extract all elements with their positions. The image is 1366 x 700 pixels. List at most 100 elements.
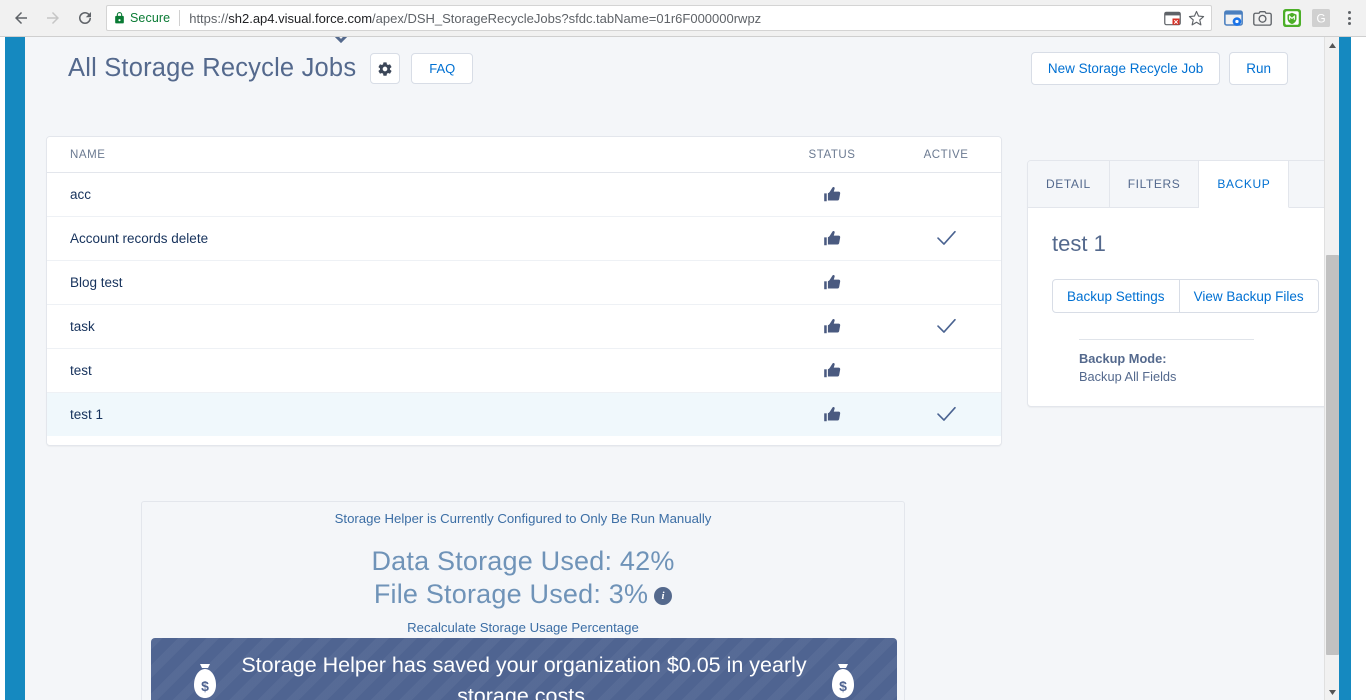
faq-label: FAQ bbox=[429, 61, 456, 76]
file-storage-used-row: File Storage Used: 3% i bbox=[142, 579, 904, 610]
thumbs-up-icon bbox=[823, 319, 840, 334]
table-header-row: NAME STATUS ACTIVE bbox=[47, 137, 1001, 173]
google-extension-icon[interactable]: G bbox=[1311, 9, 1330, 28]
cell-name: test bbox=[47, 348, 773, 393]
storage-helper-card: Storage Helper is Currently Configured t… bbox=[141, 501, 905, 700]
cell-status bbox=[773, 172, 891, 217]
cell-name: Account records delete bbox=[47, 216, 773, 261]
popup-blocked-icon[interactable] bbox=[1164, 11, 1181, 26]
thumbs-up-icon bbox=[823, 187, 840, 202]
thumbs-up-icon bbox=[823, 231, 840, 246]
kebab-dot bbox=[1347, 11, 1351, 14]
star-icon[interactable] bbox=[1188, 10, 1205, 27]
page-title: All Storage Recycle Jobs bbox=[68, 54, 357, 82]
table-card-footer bbox=[47, 436, 1001, 445]
backup-mode-value: Backup All Fields bbox=[1079, 369, 1177, 384]
faq-button[interactable]: FAQ bbox=[411, 53, 474, 84]
address-bar[interactable]: Secure https://sh2.ap4.visual.force.com/… bbox=[106, 5, 1212, 31]
page-header: All Storage Recycle Jobs FAQ New Storage… bbox=[25, 37, 1324, 100]
info-icon[interactable]: i bbox=[654, 587, 673, 605]
thumbs-up-icon bbox=[823, 363, 840, 378]
table-row[interactable]: Blog test bbox=[47, 260, 1001, 305]
kebab-dot bbox=[1347, 16, 1351, 20]
new-storage-recycle-job-button[interactable]: New Storage Recycle Job bbox=[1030, 52, 1221, 85]
back-button[interactable] bbox=[6, 3, 36, 33]
money-bag-icon: $ bbox=[832, 664, 854, 698]
storage-config-note: Storage Helper is Currently Configured t… bbox=[334, 511, 712, 526]
record-title: test 1 bbox=[1052, 231, 1106, 256]
backup-settings-button[interactable]: Backup Settings bbox=[1052, 279, 1180, 313]
page-scrollbar[interactable] bbox=[1324, 37, 1339, 700]
money-bag-icon: $ bbox=[194, 664, 216, 698]
tab-detail[interactable]: DETAIL bbox=[1028, 161, 1110, 207]
camera-extension-icon[interactable] bbox=[1253, 9, 1272, 28]
omnibox-divider bbox=[179, 10, 181, 26]
settings-button[interactable] bbox=[370, 53, 401, 84]
check-icon bbox=[936, 230, 956, 245]
column-header-name[interactable]: NAME bbox=[47, 137, 773, 173]
detail-panel-body: test 1 Backup Settings View Backup Files… bbox=[1028, 208, 1339, 406]
screenshot-extension-icon[interactable] bbox=[1224, 9, 1243, 28]
cell-name: task bbox=[47, 304, 773, 349]
view-backup-files-button[interactable]: View Backup Files bbox=[1179, 279, 1319, 313]
storage-recycle-jobs-table-card: NAME STATUS ACTIVE acc Account records de… bbox=[46, 136, 1002, 446]
scrollbar-up-arrow[interactable] bbox=[1325, 37, 1339, 53]
cell-name: acc bbox=[47, 172, 773, 217]
scrollbar-thumb[interactable] bbox=[1326, 255, 1339, 655]
cell-name: Blog test bbox=[47, 260, 773, 305]
salesforce-left-rail bbox=[5, 37, 25, 700]
cell-active bbox=[891, 260, 1001, 305]
scrollbar-down-arrow[interactable] bbox=[1325, 684, 1339, 700]
reload-button[interactable] bbox=[70, 3, 100, 33]
savings-banner: $ Storage Helper has saved your organiza… bbox=[151, 638, 897, 700]
table-row[interactable]: acc bbox=[47, 172, 1001, 217]
gear-icon bbox=[378, 61, 392, 76]
url-host: sh2.ap4.visual.force.com bbox=[228, 10, 373, 26]
table-row[interactable]: Account records delete bbox=[47, 216, 1001, 261]
forward-arrow-icon bbox=[47, 12, 59, 24]
savings-message: Storage Helper has saved your organizati… bbox=[241, 653, 807, 700]
browser-menu-button[interactable] bbox=[1340, 11, 1358, 25]
storage-recycle-jobs-table: NAME STATUS ACTIVE acc Account records de… bbox=[47, 137, 1001, 436]
url-text: https://sh2.ap4.visual.force.com/apex/DS… bbox=[189, 11, 761, 26]
cell-name: test 1 bbox=[70, 407, 104, 422]
security-indicator: Secure bbox=[113, 11, 170, 25]
run-button[interactable]: Run bbox=[1229, 52, 1288, 85]
header-actions: New Storage Recycle Job Run bbox=[1030, 52, 1324, 85]
new-job-label: New Storage Recycle Job bbox=[1047, 61, 1204, 76]
tab-backup[interactable]: BACKUP bbox=[1199, 161, 1290, 208]
svg-text:$: $ bbox=[201, 678, 209, 694]
table-header: NAME STATUS ACTIVE bbox=[47, 137, 1001, 173]
file-storage-used: File Storage Used: 3% bbox=[373, 579, 649, 609]
cell-active bbox=[891, 216, 1001, 261]
lock-icon bbox=[115, 12, 124, 24]
tab-filters[interactable]: FILTERS bbox=[1109, 161, 1200, 207]
browser-toolbar: Secure https://sh2.ap4.visual.force.com/… bbox=[0, 0, 1366, 37]
svg-text:$: $ bbox=[839, 678, 847, 694]
secure-label: Secure bbox=[130, 11, 171, 25]
shield-extension-icon[interactable] bbox=[1282, 9, 1301, 28]
reload-icon bbox=[79, 11, 91, 24]
url-path: /apex/DSH_StorageRecycleJobs?sfdc.tabNam… bbox=[372, 10, 762, 26]
table-row[interactable]: task bbox=[47, 304, 1001, 349]
cell-status bbox=[773, 260, 891, 305]
check-icon bbox=[936, 406, 956, 421]
collapse-chevron-icon[interactable] bbox=[330, 37, 352, 47]
backup-mode-label: Backup Mode: bbox=[1079, 351, 1167, 366]
detail-panel-tabs: DETAIL FILTERS BACKUP bbox=[1028, 161, 1339, 208]
column-header-active[interactable]: ACTIVE bbox=[891, 137, 1001, 173]
extension-icons: G bbox=[1218, 9, 1340, 28]
back-arrow-icon bbox=[15, 12, 27, 24]
forward-button[interactable] bbox=[38, 3, 68, 33]
table-row[interactable]: test 1 bbox=[47, 392, 1001, 436]
table-row[interactable]: test bbox=[47, 348, 1001, 393]
cell-active bbox=[891, 172, 1001, 217]
thumbs-up-icon bbox=[823, 407, 840, 422]
column-header-status[interactable]: STATUS bbox=[773, 137, 891, 173]
salesforce-right-rail bbox=[1339, 37, 1351, 700]
recalculate-storage-link[interactable]: Recalculate Storage Usage Percentage bbox=[142, 620, 904, 635]
check-icon bbox=[936, 318, 956, 333]
page-content: All Storage Recycle Jobs FAQ New Storage… bbox=[25, 37, 1339, 700]
google-extension-letter: G bbox=[1316, 13, 1325, 26]
backup-settings-label: Backup Settings bbox=[1067, 288, 1165, 304]
